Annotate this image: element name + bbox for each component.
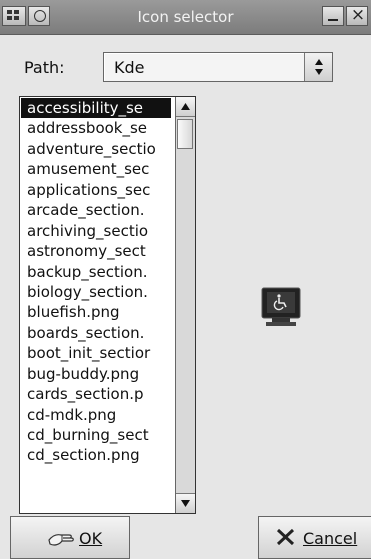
close-button[interactable]: × [346,5,368,26]
icon-list[interactable]: accessibility_se addressbook_se adventure_… [19,96,196,514]
path-label: Path: [24,58,65,77]
list-item[interactable]: archiving_sectio [21,221,171,241]
list-item[interactable]: cd_burning_sect [21,425,171,445]
cancel-x-icon [275,526,297,552]
scroll-up-button[interactable] [176,97,195,117]
arrow-up-icon [181,103,190,110]
list-item[interactable]: amusement_sec [21,159,171,179]
scroll-thumb[interactable] [177,119,193,149]
minimize-icon [328,19,338,21]
list-item[interactable]: accessibility_se [21,98,171,119]
window-title: Icon selector [137,8,234,26]
list-scrollbar[interactable] [175,97,195,513]
list-item[interactable]: adventure_sectio [21,139,171,159]
list-item[interactable]: arcade_section. [21,200,171,220]
list-item[interactable]: bluefish.png [21,302,171,322]
list-item[interactable]: boards_section. [21,323,171,343]
ok-label: OK [79,529,103,548]
list-item[interactable]: cd-mdk.png [21,405,171,425]
ok-hand-icon [47,526,75,552]
combo-updown-icon[interactable] [304,53,332,81]
ok-button[interactable]: OK [10,516,130,559]
close-icon: × [350,5,366,25]
path-value: Kde [114,58,145,77]
list-item[interactable]: biology_section. [21,282,171,302]
icon-list-items: accessibility_se addressbook_se adventure_… [21,98,171,512]
cancel-label: Cancel [303,529,358,548]
list-item[interactable]: boot_init_sectior [21,343,171,363]
list-item[interactable]: backup_section. [21,262,171,282]
title-bar: Icon selector × [0,0,371,35]
list-item[interactable]: bug-buddy.png [21,364,171,384]
list-item[interactable]: addressbook_se [21,118,171,138]
list-item[interactable]: applications_sec [21,180,171,200]
icon-preview [260,286,304,328]
list-item[interactable]: astronomy_sect [21,241,171,261]
list-item[interactable]: cards_section.p [21,384,171,404]
accessibility-monitor-icon [261,287,301,326]
arrow-down-icon [181,500,190,507]
minimize-button[interactable] [322,6,344,26]
scroll-down-button[interactable] [176,493,195,513]
path-combobox[interactable]: Kde [103,52,333,82]
list-item[interactable]: cd_section.png [21,445,171,465]
cancel-button[interactable]: Cancel [258,516,371,559]
